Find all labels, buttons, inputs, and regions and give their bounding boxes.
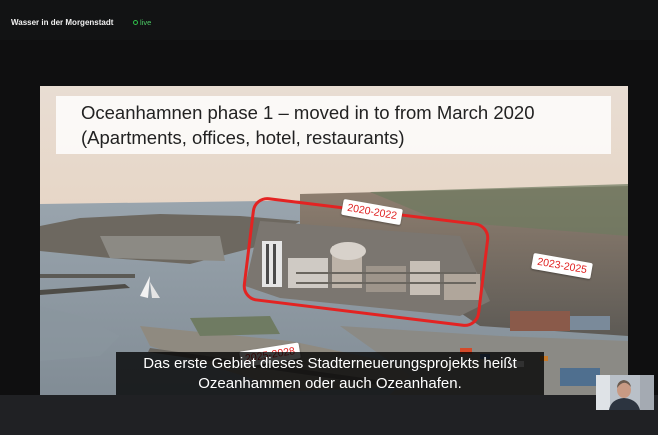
live-status-icon [133,20,138,25]
subtitle-caption: Das erste Gebiet dieses Stadterneuerungs… [116,352,544,396]
meeting-title: Wasser in der Morgenstadt [11,18,114,27]
subtitle-line-1: Das erste Gebiet dieses Stadterneuerungs… [143,355,517,372]
presentation-stage: Oceanhamnen phase 1 – moved in to from M… [0,40,658,413]
slide-title-line-2: (Apartments, offices, hotel, restaurants… [81,127,405,148]
meeting-header: Wasser in der Morgenstadt live [0,0,658,40]
live-indicator: live [133,18,151,27]
participant-video-thumbnail[interactable] [596,375,654,410]
live-status-label: live [140,18,152,27]
subtitle-line-2: Ozeanhammen oder auch Ozeanhafen. [198,375,462,392]
slide-title-line-1: Oceanhamnen phase 1 – moved in to from M… [81,102,535,123]
meeting-toolbar [0,395,658,435]
webcam-person-icon [596,375,654,410]
slide-title-box: Oceanhamnen phase 1 – moved in to from M… [56,96,611,154]
